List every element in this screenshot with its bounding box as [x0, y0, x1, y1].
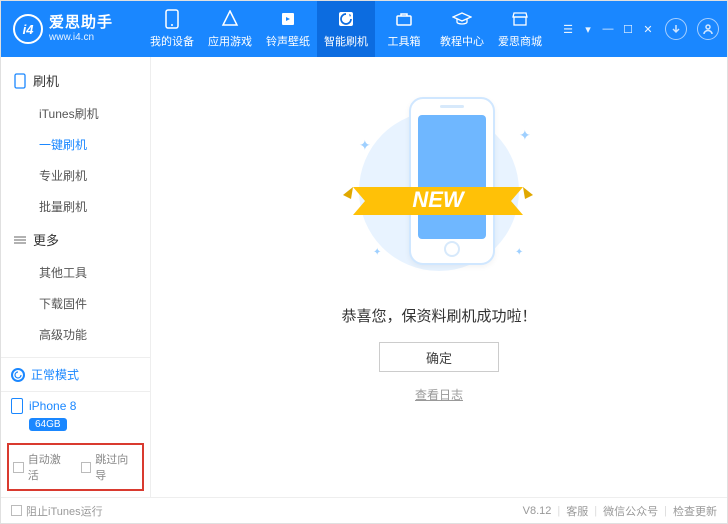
checkbox-auto-activate[interactable]: 自动激活	[13, 451, 71, 483]
brand: i4 爱思助手 www.i4.cn	[13, 14, 143, 44]
top-nav: 我的设备 应用游戏 铃声壁纸 智能刷机 工具箱 教程中心	[143, 1, 549, 57]
store-icon	[510, 9, 530, 29]
refresh-icon	[11, 368, 25, 382]
ringtone-icon	[278, 9, 298, 29]
user-button[interactable]	[697, 18, 719, 40]
brand-url: www.i4.cn	[49, 32, 113, 43]
sidebar-item-advanced[interactable]: 高级功能	[1, 319, 150, 350]
success-illustration: ✦ ✦ ✦ ✦ NEW	[329, 97, 549, 285]
success-message: 恭喜您，保资料刷机成功啦！	[341, 305, 536, 326]
sidebar: 刷机 iTunes刷机 一键刷机 专业刷机 批量刷机 更多 其他工具 下载固件 …	[1, 57, 151, 497]
version-label: V8.12	[523, 505, 552, 517]
device-icon	[162, 9, 182, 29]
hide-icon[interactable]: ▾	[581, 22, 595, 36]
tutorial-icon	[452, 9, 472, 29]
download-button[interactable]	[665, 18, 687, 40]
sidebar-section-more: 更多	[1, 222, 150, 257]
toolbox-icon	[394, 9, 414, 29]
nav-ringtone[interactable]: 铃声壁纸	[259, 1, 317, 57]
phone-icon	[409, 97, 495, 265]
storage-badge: 64GB	[29, 418, 67, 431]
device-icon	[13, 74, 27, 88]
sidebar-item-download-firmware[interactable]: 下载固件	[1, 288, 150, 319]
sidebar-section-flash: 刷机	[1, 63, 150, 98]
nav-my-device[interactable]: 我的设备	[143, 1, 201, 57]
maximize-icon[interactable]: ☐	[621, 22, 635, 36]
ok-button[interactable]: 确定	[379, 342, 499, 372]
view-log-link[interactable]: 查看日志	[415, 386, 463, 403]
device-info[interactable]: iPhone 8 64GB	[1, 391, 150, 441]
nav-apps[interactable]: 应用游戏	[201, 1, 259, 57]
sidebar-item-oneclick-flash[interactable]: 一键刷机	[1, 129, 150, 160]
sidebar-item-batch-flash[interactable]: 批量刷机	[1, 191, 150, 222]
brand-logo-icon: i4	[13, 14, 43, 44]
sidebar-item-pro-flash[interactable]: 专业刷机	[1, 160, 150, 191]
more-icon	[13, 233, 27, 247]
highlighted-options: 自动激活 跳过向导	[7, 443, 144, 491]
apps-icon	[220, 9, 240, 29]
footer-link-wechat[interactable]: 微信公众号	[603, 503, 658, 519]
checkbox-block-itunes[interactable]: 阻止iTunes运行	[11, 503, 103, 519]
sidebar-item-itunes-flash[interactable]: iTunes刷机	[1, 98, 150, 129]
brand-name: 爱思助手	[49, 15, 113, 32]
main-panel: ✦ ✦ ✦ ✦ NEW 恭喜您，保资料刷机成功啦！ 确定 查看日志	[151, 57, 727, 497]
nav-tutorial[interactable]: 教程中心	[433, 1, 491, 57]
window-controls: ☰ ▾ — ☐ ✕	[561, 18, 719, 40]
nav-flash[interactable]: 智能刷机	[317, 1, 375, 57]
device-name: iPhone 8	[29, 399, 76, 413]
footer-link-support[interactable]: 客服	[566, 503, 588, 519]
title-bar: i4 爱思助手 www.i4.cn 我的设备 应用游戏 铃声壁纸 智能刷机	[1, 1, 727, 57]
sidebar-item-other-tools[interactable]: 其他工具	[1, 257, 150, 288]
nav-store[interactable]: 爱思商城	[491, 1, 549, 57]
menu-icon[interactable]: ☰	[561, 22, 575, 36]
footer-link-update[interactable]: 检查更新	[673, 503, 717, 519]
checkbox-skip-guide[interactable]: 跳过向导	[81, 451, 139, 483]
nav-tools[interactable]: 工具箱	[375, 1, 433, 57]
mode-status[interactable]: 正常模式	[1, 357, 150, 391]
status-bar: 阻止iTunes运行 V8.12 | 客服 | 微信公众号 | 检查更新	[1, 497, 727, 523]
phone-icon	[11, 398, 23, 414]
close-icon[interactable]: ✕	[641, 22, 655, 36]
minimize-icon[interactable]: —	[601, 22, 615, 36]
flash-icon	[336, 9, 356, 29]
